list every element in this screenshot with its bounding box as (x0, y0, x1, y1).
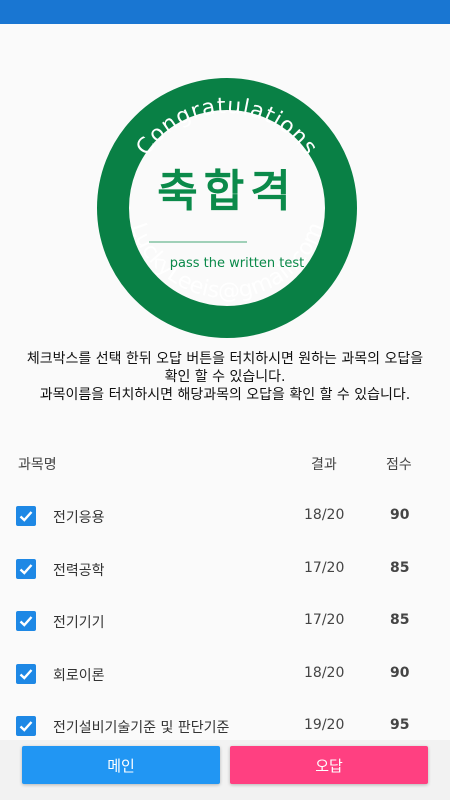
stamp-title: 축합격 (157, 166, 296, 217)
subject-result: 17/20 (304, 559, 345, 576)
check-icon (19, 563, 33, 575)
instructions-text: 체크박스를 선택 한뒤 오답 버튼을 터치하시면 원하는 과목의 오답을 확인 … (20, 350, 430, 404)
instructions-line-2: 과목이름을 터치하시면 해당과목의 오답을 확인 할 수 있습니다. (39, 387, 411, 403)
subject-name[interactable]: 전력공학 (53, 560, 105, 580)
subject-score: 85 (390, 559, 410, 576)
main-button[interactable]: 메인 (22, 746, 220, 784)
subject-checkbox[interactable] (16, 558, 36, 579)
check-icon (19, 721, 33, 732)
subject-checkbox[interactable] (16, 611, 36, 631)
subject-score: 90 (390, 664, 410, 681)
subject-checkbox[interactable] (16, 716, 36, 736)
header-score: 점수 (386, 457, 412, 473)
subject-result: 18/20 (304, 507, 345, 523)
subject-result: 18/20 (304, 664, 345, 681)
subject-score: 90 (390, 507, 410, 523)
subject-name[interactable]: 전기기기 (53, 612, 105, 632)
subject-row[interactable]: 전기기기 17/20 85 (0, 599, 450, 652)
subject-row[interactable]: 전력공학 17/20 85 (0, 547, 450, 600)
status-bar (0, 0, 450, 24)
subject-name[interactable]: 전기설비기술기준 및 판단기준 (53, 717, 229, 737)
check-icon (19, 511, 33, 522)
instructions-line-1: 체크박스를 선택 한뒤 오답 버튼을 터치하시면 원하는 과목의 오답을 확인 … (26, 351, 424, 385)
content-area[interactable]: Congratulations LuckyLeeis@gmail.com 축합격… (0, 24, 450, 740)
subject-row[interactable]: 전기설비기술기준 및 판단기준 19/20 95 (0, 704, 450, 740)
header-result: 결과 (311, 457, 337, 473)
bottom-button-bar: 메인 오답 (0, 740, 450, 800)
header-subject-name: 과목명 (18, 457, 57, 473)
congratulations-stamp: Congratulations LuckyLeeis@gmail.com 축합격… (97, 78, 357, 338)
subject-checkbox[interactable] (16, 663, 36, 684)
wrong-answers-button[interactable]: 오답 (230, 746, 428, 784)
subject-name[interactable]: 회로이론 (53, 665, 105, 685)
subject-score: 95 (390, 717, 410, 733)
subject-name[interactable]: 전기응용 (53, 507, 105, 527)
subject-checkbox[interactable] (16, 506, 36, 526)
subject-list: 전기응용 18/20 90 전력공학 17/20 85 전기기기 17/20 8… (0, 494, 450, 740)
stamp-graphic: Congratulations LuckyLeeis@gmail.com 축합격… (97, 78, 357, 338)
subject-row[interactable]: 회로이론 18/20 90 (0, 652, 450, 705)
stamp-subtitle: pass the written test (170, 256, 304, 271)
table-header: 과목명 결과 점수 (0, 454, 450, 478)
subject-score: 85 (390, 612, 410, 628)
subject-result: 19/20 (304, 717, 345, 733)
check-icon (19, 668, 33, 680)
check-icon (19, 616, 33, 627)
subject-row[interactable]: 전기응용 18/20 90 (0, 494, 450, 547)
subject-result: 17/20 (304, 612, 345, 628)
